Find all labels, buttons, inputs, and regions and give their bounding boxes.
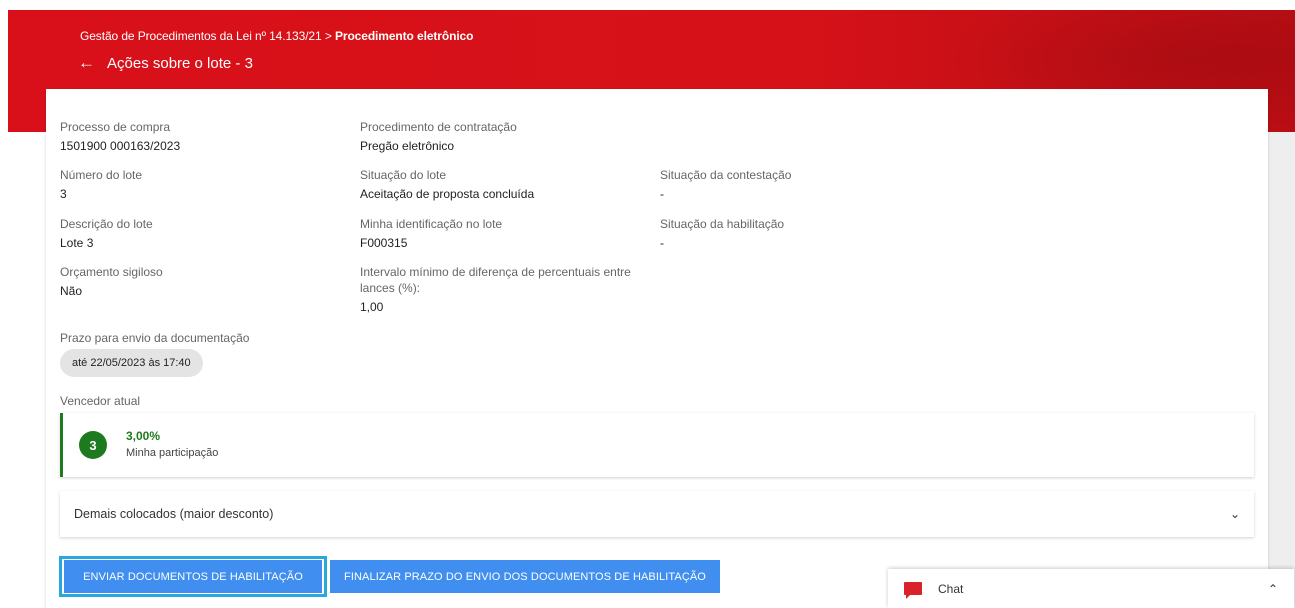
field-intervalo-minimo: Intervalo mínimo de diferença de percent… xyxy=(360,264,631,316)
chat-panel[interactable]: Chat ⌃ xyxy=(888,569,1294,608)
winner-participation: Minha participação xyxy=(126,447,219,459)
send-documents-button[interactable]: ENVIAR DOCUMENTOS DE HABILITAÇÃO xyxy=(64,560,322,593)
chat-bubble-icon xyxy=(904,582,922,599)
field-orcamento-sigiloso: Orçamento sigiloso Não xyxy=(60,264,163,300)
field-minha-identificacao: Minha identificação no lote F000315 xyxy=(360,216,502,252)
page-background xyxy=(1268,132,1295,608)
lot-details-card: Processo de compra 1501900 000163/2023 P… xyxy=(46,89,1268,608)
field-value: 3 xyxy=(60,187,67,201)
field-vencedor: Vencedor atual xyxy=(60,393,140,409)
field-prazo: Prazo para envio da documentação xyxy=(60,330,249,346)
field-value: 1,00 xyxy=(360,300,384,314)
field-value: Lote 3 xyxy=(60,236,94,250)
field-value: Não xyxy=(60,284,83,298)
breadcrumb-current: Procedimento eletrônico xyxy=(334,29,474,43)
field-label: Número do lote xyxy=(60,168,143,182)
title-row: ← Ações sobre o lote - 3 xyxy=(78,53,253,73)
finalize-deadline-button[interactable]: FINALIZAR PRAZO DO ENVIO DOS DOCUMENTOS … xyxy=(330,560,720,593)
field-label-line1: Intervalo mínimo de diferença de percent… xyxy=(360,265,631,279)
field-label: Descrição do lote xyxy=(60,217,153,231)
field-value: Pregão eletrônico xyxy=(360,139,455,153)
field-label: Situação da habilitação xyxy=(660,217,785,231)
field-label: Situação da contestação xyxy=(660,168,792,182)
field-value: 1501900 000163/2023 xyxy=(60,139,181,153)
field-numero-lote: Número do lote 3 xyxy=(60,167,142,203)
page-title: Ações sobre o lote - 3 xyxy=(107,54,253,72)
winner-card: 3 3,00% Minha participação xyxy=(60,413,1254,477)
deadline-chip: até 22/05/2023 às 17:40 xyxy=(60,349,203,377)
field-label: Orçamento sigiloso xyxy=(60,265,163,279)
winner-percent: 3,00% xyxy=(126,429,161,443)
field-value: F000315 xyxy=(360,236,408,250)
field-label: Situação do lote xyxy=(360,168,447,182)
chat-label: Chat xyxy=(938,581,964,596)
field-value: Aceitação de proposta concluída xyxy=(360,187,535,201)
chevron-up-icon[interactable]: ⌃ xyxy=(1268,582,1278,596)
accordion-label: Demais colocados (maior desconto) xyxy=(74,507,274,521)
field-label: Processo de compra xyxy=(60,120,171,134)
field-label: Prazo para envio da documentação xyxy=(60,331,250,345)
field-situacao-lote: Situação do lote Aceitação de proposta c… xyxy=(360,167,534,203)
field-label: Vencedor atual xyxy=(60,394,141,408)
field-label-line2: lances (%): xyxy=(360,281,421,295)
field-descricao-lote: Descrição do lote Lote 3 xyxy=(60,216,153,252)
field-label: Minha identificação no lote xyxy=(360,217,503,231)
arrow-left-icon[interactable]: ← xyxy=(78,53,95,73)
field-situacao-habilitacao: Situação da habilitação - xyxy=(660,216,784,252)
field-value: - xyxy=(660,236,664,250)
other-bidders-accordion[interactable]: Demais colocados (maior desconto) ⌄ xyxy=(60,491,1254,537)
field-label: Procedimento de contratação xyxy=(360,120,517,134)
field-processo: Processo de compra 1501900 000163/2023 xyxy=(60,119,180,155)
field-value: - xyxy=(660,187,664,201)
breadcrumb: Gestão de Procedimentos da Lei nº 14.133… xyxy=(80,29,473,43)
field-situacao-contestacao: Situação da contestação - xyxy=(660,167,791,203)
chevron-down-icon[interactable]: ⌄ xyxy=(1230,507,1240,521)
field-procedimento: Procedimento de contratação Pregão eletr… xyxy=(360,119,517,155)
breadcrumb-prefix: Gestão de Procedimentos da Lei nº 14.133… xyxy=(80,29,335,43)
rank-badge: 3 xyxy=(79,431,107,459)
